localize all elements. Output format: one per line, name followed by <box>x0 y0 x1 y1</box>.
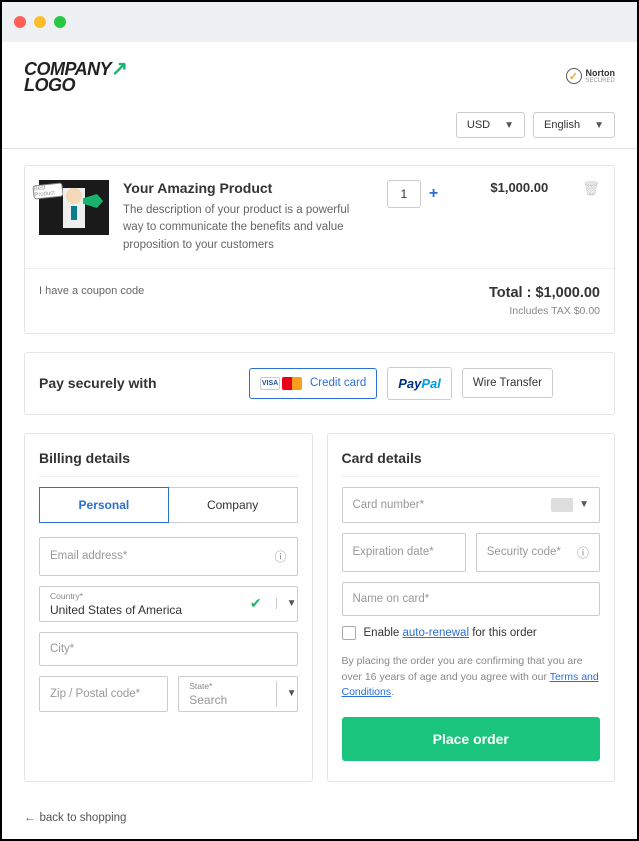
city-placeholder: City* <box>50 643 74 655</box>
autorenewal-link[interactable]: auto-renewal <box>403 627 469 639</box>
total-label: Total : <box>489 285 535 301</box>
email-field[interactable]: Email address* ⓘ <box>39 537 298 576</box>
visa-icon: VISA <box>260 377 280 390</box>
expiration-field[interactable]: Expiration date* <box>342 533 466 572</box>
billing-panel: Billing details Personal Company Email a… <box>24 433 313 782</box>
company-logo: COMPANY↗ LOGO <box>24 56 127 96</box>
info-icon[interactable]: ⓘ <box>274 548 286 565</box>
card-details-panel: Card details Card number* ▼ Expiration d… <box>327 433 616 782</box>
name-on-card-field[interactable]: Name on card* <box>342 582 601 616</box>
checkmark-icon: ✓ <box>566 68 582 84</box>
currency-select[interactable]: USD ▼ <box>456 112 525 138</box>
delete-icon[interactable]: 🗑 <box>582 180 600 197</box>
chevron-down-icon: ▼ <box>504 120 514 131</box>
chevron-down-icon[interactable]: ▼ <box>276 598 307 609</box>
state-label: State* <box>189 681 267 691</box>
product-description: The description of your product is a pow… <box>123 202 353 254</box>
card-number-placeholder: Card number* <box>353 499 425 511</box>
security-code-field[interactable]: Security code* ⓘ <box>476 533 600 572</box>
megaphone-icon <box>83 194 103 208</box>
language-select[interactable]: English ▼ <box>533 112 615 138</box>
tab-personal[interactable]: Personal <box>39 487 169 523</box>
badge-subtitle: SECURED <box>586 78 616 84</box>
place-order-button[interactable]: Place order <box>342 717 601 761</box>
back-to-shopping-link[interactable]: ← back to shopping <box>2 798 637 830</box>
mastercard-icon <box>282 377 302 390</box>
autorenewal-checkbox[interactable] <box>342 626 356 640</box>
zip-field[interactable]: Zip / Postal code* <box>39 676 168 712</box>
credit-card-label: Credit card <box>310 377 366 389</box>
country-select[interactable]: Country* United States of America ✔ ▼ <box>39 586 298 622</box>
wire-label: Wire Transfer <box>473 377 542 389</box>
pay-option-paypal[interactable]: PayPal <box>387 367 452 400</box>
tab-company[interactable]: Company <box>169 487 298 523</box>
city-field[interactable]: City* <box>39 632 298 666</box>
language-value: English <box>544 119 580 131</box>
state-select[interactable]: State* Search ▼ <box>178 676 297 712</box>
chevron-down-icon[interactable]: ▼ <box>276 681 307 707</box>
coupon-link[interactable]: I have a coupon code <box>39 285 144 297</box>
product-image: Best Product <box>39 180 109 235</box>
card-number-field[interactable]: Card number* ▼ <box>342 487 601 523</box>
total-value: $1,000.00 <box>535 285 600 301</box>
page-header: COMPANY↗ LOGO ✓ Norton SECURED <box>2 42 637 106</box>
state-value: Search <box>189 693 227 707</box>
autorenewal-row: Enable auto-renewal for this order <box>342 626 601 640</box>
currency-value: USD <box>467 119 490 131</box>
minimize-window-button[interactable] <box>34 16 46 28</box>
check-circle-icon: ✔ <box>250 595 262 612</box>
tax-line: Includes TAX $0.00 <box>489 305 600 317</box>
country-label: Country* <box>50 591 250 601</box>
email-placeholder: Email address* <box>50 550 127 562</box>
pay-title: Pay securely with <box>39 375 239 391</box>
logo-arrow-icon: ↗ <box>111 58 127 80</box>
chevron-down-icon: ▼ <box>579 499 589 510</box>
maximize-window-button[interactable] <box>54 16 66 28</box>
logo-line2: LOGO <box>24 75 75 95</box>
product-title: Your Amazing Product <box>123 180 373 196</box>
paypal-pay-text: Pay <box>398 376 421 391</box>
increment-button[interactable]: + <box>429 185 438 203</box>
security-badge: ✓ Norton SECURED <box>566 68 616 84</box>
cvv-placeholder: Security code* <box>487 546 561 558</box>
paypal-pal-text: Pal <box>421 376 441 391</box>
legal-text: By placing the order you are confirming … <box>342 654 601 701</box>
line-price: $1,000.00 <box>468 180 548 195</box>
zip-placeholder: Zip / Postal code* <box>50 688 140 700</box>
country-value: United States of America <box>50 603 182 617</box>
card-details-title: Card details <box>342 450 601 477</box>
pay-option-wire[interactable]: Wire Transfer <box>462 368 553 398</box>
quantity-control: 1 + <box>387 180 438 208</box>
close-window-button[interactable] <box>14 16 26 28</box>
card-brand-icons: VISA <box>260 377 302 390</box>
speech-bubble: Best Product <box>32 182 63 199</box>
pay-option-credit-card[interactable]: VISA Credit card <box>249 368 377 399</box>
settings-bar: USD ▼ English ▼ <box>2 106 637 149</box>
payment-methods: Pay securely with VISA Credit card PayPa… <box>24 352 615 415</box>
arrow-left-icon: ← <box>24 812 36 824</box>
expiration-placeholder: Expiration date* <box>353 546 434 558</box>
generic-card-icon <box>551 498 573 512</box>
chevron-down-icon: ▼ <box>594 120 604 131</box>
badge-name: Norton <box>586 68 616 78</box>
billing-tabs: Personal Company <box>39 487 298 523</box>
total-line: Total : $1,000.00 <box>489 285 600 301</box>
cart-panel: Best Product Your Amazing Product The de… <box>24 165 615 334</box>
window-titlebar <box>2 2 637 42</box>
autorenewal-label: Enable auto-renewal for this order <box>364 627 537 639</box>
name-placeholder: Name on card* <box>353 593 430 605</box>
billing-title: Billing details <box>39 450 298 477</box>
quantity-input[interactable]: 1 <box>387 180 421 208</box>
info-icon[interactable]: ⓘ <box>577 544 589 561</box>
back-label: back to shopping <box>40 812 127 824</box>
